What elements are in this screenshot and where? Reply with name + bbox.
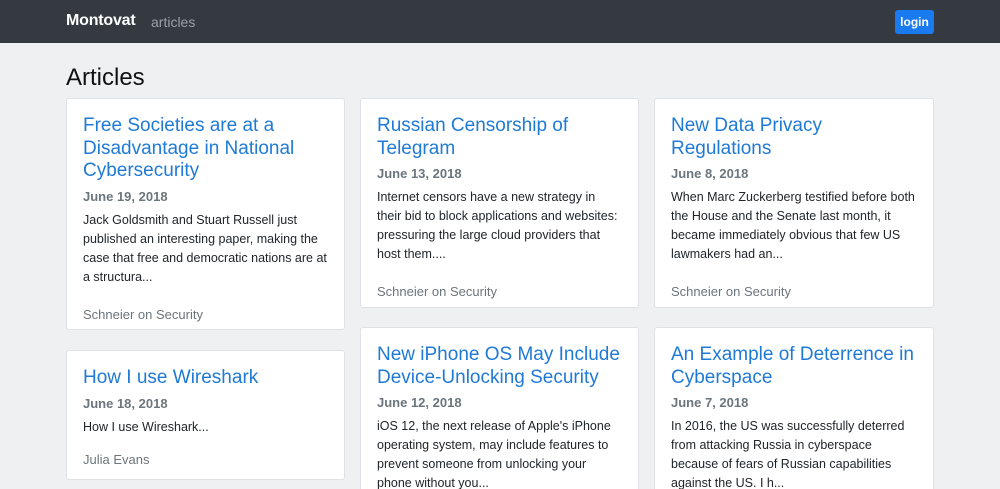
- brand-logo[interactable]: Montovat: [66, 12, 136, 30]
- article-title-link[interactable]: New Data Privacy Regulations: [671, 115, 917, 160]
- article-title-link[interactable]: Russian Censorship of Telegram: [377, 115, 622, 160]
- article-date: June 8, 2018: [671, 166, 749, 181]
- article-card: Russian Censorship of Telegram June 13, …: [360, 98, 639, 308]
- article-date: June 13, 2018: [377, 166, 462, 181]
- article-card: An Example of Deterrence in Cyberspace J…: [654, 327, 934, 489]
- article-title-link[interactable]: Free Societies are at a Disadvantage in …: [83, 115, 328, 183]
- article-source: Julia Evans: [83, 451, 150, 467]
- article-excerpt: Internet censors have a new strategy in …: [377, 190, 618, 261]
- page-title: Articles: [66, 64, 145, 91]
- article-source: Schneier on Security: [671, 284, 791, 299]
- article-source: Schneier on Security: [83, 306, 203, 322]
- article-date: June 12, 2018: [377, 395, 462, 410]
- login-button[interactable]: login: [895, 10, 934, 34]
- article-date: June 19, 2018: [83, 188, 168, 204]
- article-excerpt: How I use Wireshark...: [83, 419, 209, 434]
- article-date: June 18, 2018: [83, 395, 168, 411]
- article-card: Free Societies are at a Disadvantage in …: [66, 98, 345, 330]
- article-title-link[interactable]: An Example of Deterrence in Cyberspace: [671, 344, 917, 389]
- article-excerpt: Jack Goldsmith and Stuart Russell just p…: [83, 212, 327, 284]
- article-card: New Data Privacy Regulations June 8, 201…: [654, 98, 934, 308]
- article-excerpt: In 2016, the US was successfully deterre…: [671, 419, 905, 489]
- article-excerpt: iOS 12, the next release of Apple's iPho…: [377, 419, 611, 489]
- article-excerpt: When Marc Zuckerberg testified before bo…: [671, 190, 915, 261]
- article-title-link[interactable]: How I use Wireshark: [83, 367, 328, 390]
- nav-link-articles[interactable]: articles: [151, 14, 195, 30]
- article-source: Schneier on Security: [377, 284, 497, 299]
- top-navbar: Montovat articles login: [0, 0, 1000, 43]
- article-title-link[interactable]: New iPhone OS May Include Device-Unlocki…: [377, 344, 622, 389]
- article-card: How I use Wireshark June 18, 2018 How I …: [66, 350, 345, 480]
- article-date: June 7, 2018: [671, 395, 749, 410]
- article-card: New iPhone OS May Include Device-Unlocki…: [360, 327, 639, 489]
